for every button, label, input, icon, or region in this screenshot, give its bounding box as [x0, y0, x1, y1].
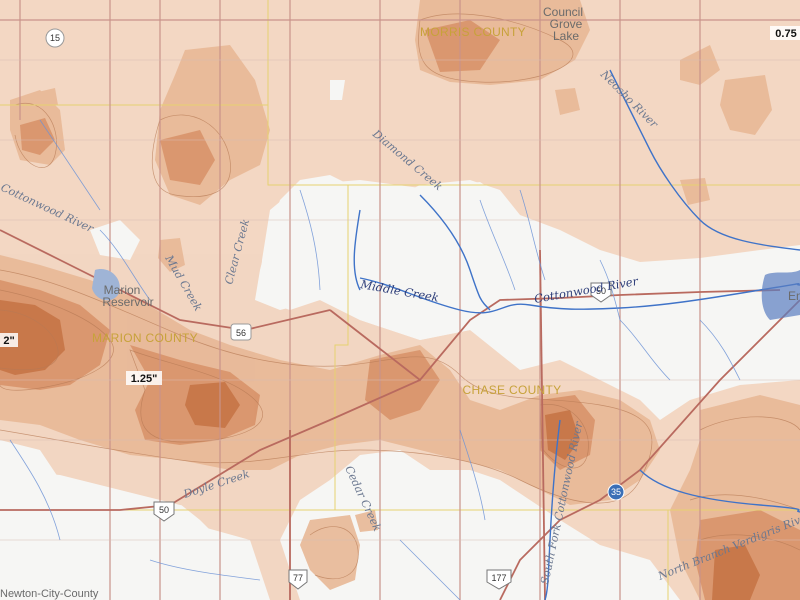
- svg-text:0.75: 0.75: [775, 28, 796, 40]
- place-reservoir: Reservoir: [102, 295, 153, 309]
- route-shield-56: 56: [230, 323, 252, 341]
- route-shield-15: 15: [45, 28, 65, 48]
- svg-text:15: 15: [50, 33, 60, 43]
- place-lake: Lake: [553, 29, 579, 43]
- county-label-harvey: Newton-City-County: [0, 588, 99, 600]
- svg-text:77: 77: [293, 573, 303, 583]
- svg-text:1.25": 1.25": [131, 373, 158, 385]
- place-emporia: Em: [788, 289, 800, 303]
- county-label-morris: MORRIS COUNTY: [420, 25, 526, 39]
- value-label-125: 1.25": [126, 371, 162, 385]
- svg-text:56: 56: [236, 328, 246, 338]
- svg-text:177: 177: [491, 573, 506, 583]
- precipitation-map[interactable]: 15 56 50 50 77 177 35 MORRIS COUNTY MARI…: [0, 0, 800, 600]
- county-label-chase: CHASE COUNTY: [463, 383, 562, 397]
- svg-text:2": 2": [3, 335, 14, 347]
- svg-text:35: 35: [611, 487, 621, 497]
- route-shield-35: 35: [607, 483, 625, 501]
- value-label-2: 2": [0, 333, 18, 347]
- county-label-marion: MARION COUNTY: [92, 331, 198, 345]
- value-label-075: 0.75: [770, 26, 800, 40]
- svg-text:50: 50: [159, 505, 169, 515]
